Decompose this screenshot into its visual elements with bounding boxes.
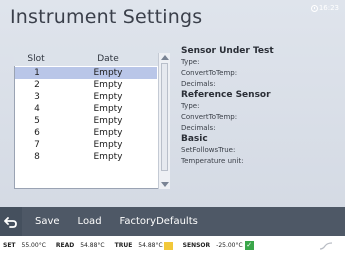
column-header-slot: Slot	[27, 54, 45, 64]
slot-list-scrollbar[interactable]	[158, 53, 170, 189]
true-value: 54.88°C	[138, 242, 163, 249]
slot-date: Empty	[93, 116, 123, 126]
slot-row[interactable]: 3 Empty	[15, 91, 157, 103]
ref-type-label: Type:	[181, 102, 200, 110]
slot-date: Empty	[93, 152, 123, 162]
wave-icon	[319, 241, 333, 250]
toolbar: Save Load FactoryDefaults	[0, 207, 345, 236]
slot-row[interactable]: 8 Empty	[15, 151, 157, 163]
scroll-down-icon[interactable]	[161, 182, 169, 187]
check-icon: ✓	[244, 241, 254, 250]
ref-convert-label: ConvertToTemp:	[181, 113, 238, 121]
set-label: SET	[3, 242, 16, 249]
back-button[interactable]	[0, 207, 22, 236]
scroll-up-icon[interactable]	[161, 55, 169, 60]
load-button[interactable]: Load	[69, 207, 111, 236]
set-value: 55.00°C	[21, 242, 46, 249]
slot-row[interactable]: 2 Empty	[15, 79, 157, 91]
slot-number: 8	[34, 152, 40, 162]
slot-number: 3	[34, 92, 40, 102]
true-status-indicator	[163, 241, 173, 250]
slot-list-header: Slot Date	[14, 52, 158, 66]
reference-sensor-heading: Reference Sensor	[181, 90, 271, 100]
clock: 16:23	[310, 4, 339, 12]
settings-info-panel: Sensor Under Test Type: ConvertToTemp: D…	[181, 46, 341, 167]
slot-number: 4	[34, 104, 40, 114]
instrument-settings-screen: Instrument Settings 16:23 Slot Date 1 Emp…	[0, 0, 345, 236]
slot-number: 5	[34, 116, 40, 126]
sensor-value: -25.00°C	[216, 242, 243, 249]
slot-rows: 1 Empty 2 Empty 3 Empty 4 Empty 5 Empty 6 Empt…	[15, 67, 157, 163]
column-header-date: Date	[97, 54, 119, 64]
slot-date: Empty	[93, 68, 123, 78]
slot-number: 1	[34, 68, 40, 78]
slot-row[interactable]: 7 Empty	[15, 139, 157, 151]
page-title: Instrument Settings	[10, 6, 203, 28]
slot-date: Empty	[93, 104, 123, 114]
factory-defaults-button[interactable]: FactoryDefaults	[111, 207, 207, 236]
slot-date: Empty	[93, 128, 123, 138]
temperature-unit-label: Temperature unit:	[181, 157, 244, 165]
basic-heading: Basic	[181, 134, 208, 144]
sensor-under-test-heading: Sensor Under Test	[181, 46, 274, 56]
slot-row[interactable]: 4 Empty	[15, 103, 157, 115]
slot-date: Empty	[93, 80, 123, 90]
read-label: READ	[55, 242, 75, 249]
slot-date: Empty	[93, 140, 123, 150]
slot-row[interactable]: 5 Empty	[15, 115, 157, 127]
slot-number: 2	[34, 80, 40, 90]
sut-decimals-label: Decimals:	[181, 80, 216, 88]
clock-time: 16:23	[318, 4, 339, 12]
slot-date: Empty	[93, 92, 123, 102]
sut-type-label: Type:	[181, 58, 200, 66]
scrollbar-thumb[interactable]	[161, 63, 168, 171]
slot-row[interactable]: 1 Empty	[15, 67, 157, 79]
slot-number: 6	[34, 128, 40, 138]
sut-convert-label: ConvertToTemp:	[181, 69, 238, 77]
slot-number: 7	[34, 140, 40, 150]
true-label: TRUE	[114, 242, 133, 249]
ref-decimals-label: Decimals:	[181, 124, 216, 132]
slot-row[interactable]: 6 Empty	[15, 127, 157, 139]
sensor-label: SENSOR	[182, 242, 211, 249]
back-arrow-icon	[4, 216, 17, 228]
set-follows-true-label: SetFollowsTrue:	[181, 146, 236, 154]
save-button[interactable]: Save	[26, 207, 69, 236]
clock-icon	[310, 4, 318, 12]
status-bar: SET 55.00°C READ 54.88°C TRUE 54.88°C SE…	[0, 236, 345, 255]
read-value: 54.88°C	[80, 242, 105, 249]
